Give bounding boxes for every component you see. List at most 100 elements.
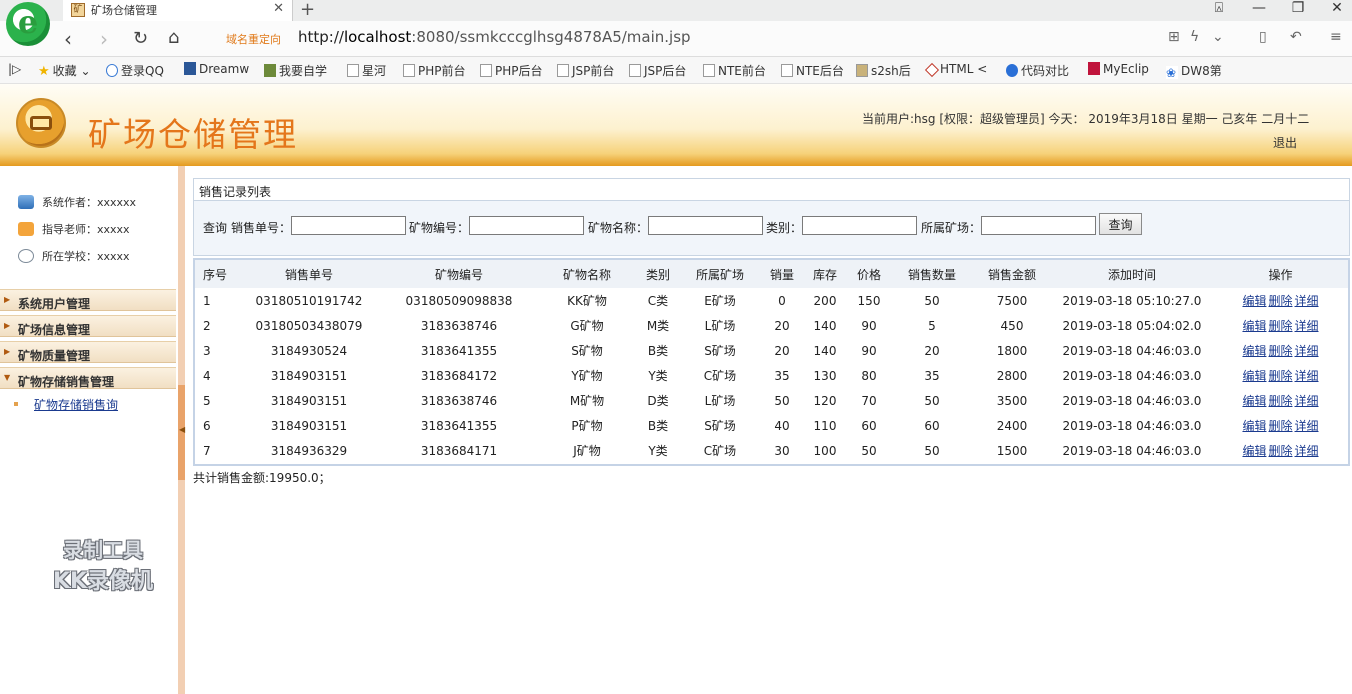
search-button[interactable]: 查询	[1099, 213, 1142, 235]
sale-no-input[interactable]	[291, 216, 406, 235]
table-cell: 03180509098838	[405, 293, 513, 308]
edit-link[interactable]: 编辑	[1242, 319, 1266, 333]
refresh-icon[interactable]: ↻	[133, 28, 148, 49]
table-cell: 35	[774, 368, 790, 383]
address-bar[interactable]: http://localhost:8080/ssmkcccglhsg4878A5…	[298, 28, 691, 46]
bookmark-item[interactable]: 我要自学	[264, 62, 327, 79]
bookmark-item[interactable]: MyEclip	[1088, 62, 1149, 76]
column-header: 序号	[203, 267, 228, 282]
table-cell: 3184903151	[270, 393, 348, 408]
caret-right-icon: ▶	[4, 347, 11, 356]
back-icon[interactable]: ‹	[64, 27, 72, 51]
table-cell: 50	[924, 443, 940, 458]
new-tab-icon[interactable]: +	[300, 0, 315, 20]
table-cell: G矿物	[570, 319, 604, 333]
detail-link[interactable]: 详细	[1295, 419, 1319, 433]
myeclipse-icon	[1088, 62, 1100, 75]
delete-link[interactable]: 删除	[1268, 319, 1292, 333]
bookmark-item[interactable]: NTE前台	[703, 62, 766, 79]
browser-tab[interactable]: 矿 矿场仓储管理 ✕	[63, 0, 293, 21]
mineral-no-input[interactable]	[469, 216, 584, 235]
edit-link[interactable]: 编辑	[1242, 294, 1266, 308]
home-icon[interactable]: ⌂	[168, 27, 179, 48]
table-cell: S矿场	[704, 419, 736, 433]
bookmark-item[interactable]: Dreamw	[184, 62, 249, 76]
forward-icon[interactable]: ›	[100, 27, 108, 51]
table-cell: 450	[1000, 318, 1024, 333]
delete-link[interactable]: 删除	[1268, 394, 1292, 408]
edit-link[interactable]: 编辑	[1242, 344, 1266, 358]
maximize-icon[interactable]: ❐	[1283, 0, 1313, 16]
sales-table: 序号 销售单号 矿物编号 矿物名称 类别 所属矿场 销量 库存 价格 销售数量 销售金额 添加时间 操作…	[195, 260, 1348, 463]
bookmark-item[interactable]: 代码对比	[1006, 62, 1069, 79]
bookmark-item[interactable]: s2sh后	[856, 62, 911, 79]
sidebar-subitem-sales-query[interactable]: 矿物存储销售询	[14, 396, 118, 413]
sidebar-toggle-icon[interactable]: |▷	[8, 62, 21, 76]
bookmark-item[interactable]: ★ 收藏 ⌄	[38, 62, 91, 79]
redirect-label[interactable]: 域名重定向	[226, 31, 281, 47]
column-header: 销量	[769, 267, 794, 282]
sidebar-item-mine-info[interactable]: ▶ 矿场信息管理	[0, 315, 176, 337]
table-cell: P矿物	[571, 419, 603, 433]
close-window-icon[interactable]: ✕	[1322, 0, 1352, 16]
table-cell: 50	[774, 393, 790, 408]
sidebar-item-mineral-quality[interactable]: ▶ 矿物质量管理	[0, 341, 176, 363]
table-cell: 3183638746	[420, 393, 498, 408]
lightning-icon[interactable]: ϟ	[1190, 29, 1199, 45]
table-cell: 2019-03-18 05:10:27.0	[1062, 293, 1202, 308]
bookmark-item[interactable]: PHP前台	[403, 62, 466, 79]
table-cell: 90	[861, 343, 877, 358]
detail-link[interactable]: 详细	[1295, 319, 1319, 333]
mineral-name-input[interactable]	[648, 216, 763, 235]
minimize-icon[interactable]: —	[1244, 0, 1274, 16]
grid-icon[interactable]: ⊞	[1168, 29, 1180, 45]
bookmark-item[interactable]: NTE后台	[781, 62, 844, 79]
sidebar-item-storage-sales[interactable]: ▼ 矿物存储销售管理	[0, 367, 176, 389]
menu-icon[interactable]: ≡	[1330, 29, 1342, 45]
detail-link[interactable]: 详细	[1295, 369, 1319, 383]
detail-link[interactable]: 详细	[1295, 444, 1319, 458]
table-cell: C矿场	[703, 444, 737, 458]
bookmark-item[interactable]: ❀ DW8第	[1166, 62, 1222, 80]
delete-link[interactable]: 删除	[1268, 344, 1292, 358]
bookmark-item[interactable]: JSP前台	[557, 62, 614, 79]
undo-icon[interactable]: ↶	[1290, 29, 1302, 45]
table-cell: 5	[928, 318, 936, 333]
mine-input[interactable]	[981, 216, 1096, 235]
page-icon	[781, 64, 793, 77]
edit-link[interactable]: 编辑	[1242, 444, 1266, 458]
category-label: 类别：	[766, 221, 803, 235]
sidebar-collapse-handle[interactable]: ◀	[178, 385, 185, 480]
table-cell: M矿物	[569, 394, 605, 408]
sidebar-item-user-management[interactable]: ▶ 系统用户管理	[0, 289, 176, 311]
edit-link[interactable]: 编辑	[1242, 369, 1266, 383]
caret-down-icon: ▼	[4, 373, 11, 382]
delete-link[interactable]: 删除	[1268, 369, 1292, 383]
bookmark-item[interactable]: 星河	[347, 62, 386, 79]
category-input[interactable]	[802, 216, 917, 235]
edit-link[interactable]: 编辑	[1242, 419, 1266, 433]
delete-link[interactable]: 删除	[1268, 294, 1292, 308]
bookmark-icon[interactable]: ▯	[1259, 29, 1267, 45]
delete-link[interactable]: 删除	[1268, 419, 1292, 433]
users-icon	[18, 195, 34, 209]
edit-link[interactable]: 编辑	[1242, 394, 1266, 408]
bookmark-item[interactable]: 登录QQ	[106, 62, 164, 79]
chevron-down-icon[interactable]: ⌄	[1212, 29, 1224, 45]
column-header: 库存	[812, 267, 837, 282]
table-cell: 140	[813, 318, 837, 333]
bookmark-item[interactable]: HTML <	[924, 62, 987, 78]
paw-icon: ❀	[1166, 66, 1178, 80]
delete-link[interactable]: 删除	[1268, 444, 1292, 458]
logout-link[interactable]: 退出	[1273, 134, 1297, 151]
table-cell: 3183638746	[420, 318, 498, 333]
table-cell: 140	[813, 343, 837, 358]
bookmark-item[interactable]: PHP后台	[480, 62, 543, 79]
tab-close-icon[interactable]: ✕	[273, 1, 284, 16]
detail-link[interactable]: 详细	[1295, 394, 1319, 408]
detail-link[interactable]: 详细	[1295, 344, 1319, 358]
site-logo-icon	[16, 98, 66, 148]
bookmark-item[interactable]: JSP后台	[629, 62, 686, 79]
shirt-skin-icon[interactable]: ⍓	[1204, 0, 1234, 16]
detail-link[interactable]: 详细	[1295, 294, 1319, 308]
